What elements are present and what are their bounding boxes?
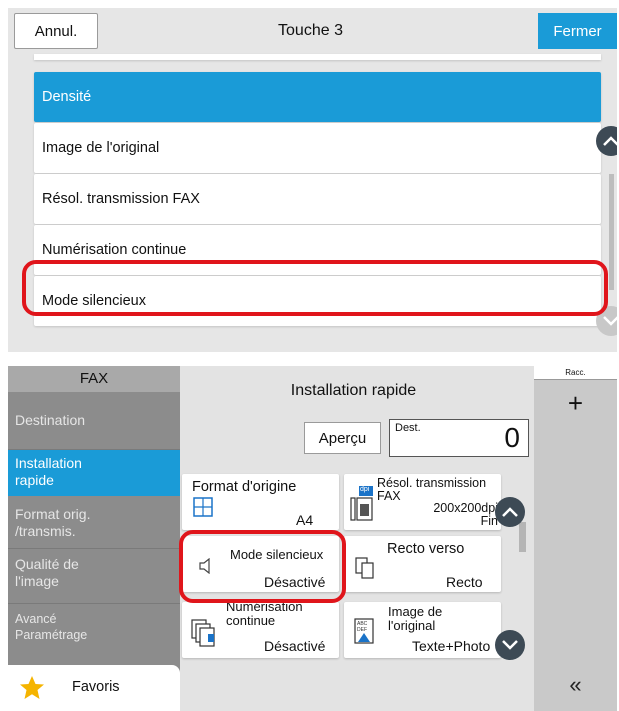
list-item-resolution-fax[interactable]: Résol. transmission FAX <box>34 174 601 224</box>
tile-value: A4 <box>296 512 314 528</box>
original-image-icon: ABC DEF <box>354 618 376 646</box>
nav-quick-setup[interactable]: Installation rapide <box>8 450 180 496</box>
list-item-partial[interactable] <box>34 54 601 60</box>
fax-resolution-icon: dpi <box>350 486 374 522</box>
tile-original-format[interactable]: Format d'origine A4 <box>182 474 339 530</box>
scroll-up-button[interactable] <box>495 497 525 527</box>
tile-continuous-scan[interactable]: Numérisation continue Désactivé <box>182 602 339 658</box>
abc-def-text: ABC DEF <box>357 621 368 633</box>
tile-title: Recto verso <box>387 541 465 557</box>
tile-title: Numérisation continue <box>226 602 303 628</box>
side-navigation: FAX Destination Installation rapide Form… <box>8 366 180 711</box>
scroll-up-button[interactable] <box>596 126 617 156</box>
star-icon <box>20 676 44 699</box>
page-title: Installation rapide <box>290 382 417 399</box>
tile-title: Résol. transmission FAX <box>377 476 487 503</box>
cancel-button[interactable]: Annul. <box>14 13 98 49</box>
tile-title: Image de l'original <box>388 604 443 633</box>
dialog-title: Touche 3 <box>278 22 343 39</box>
nav-advanced-settings[interactable]: Avancé Paramétrage <box>8 611 180 643</box>
tile-title: Format d'origine <box>192 479 297 495</box>
original-format-icon <box>193 497 213 517</box>
chevron-up-icon <box>596 126 617 156</box>
nav-destination[interactable]: Destination <box>8 412 180 429</box>
nav-divider <box>8 548 180 549</box>
duplex-icon <box>355 557 374 579</box>
nav-divider <box>8 603 180 604</box>
highlight-annotation <box>22 260 608 316</box>
nav-original-format[interactable]: Format orig. /transmis. <box>8 506 180 540</box>
chevron-up-icon <box>495 497 525 527</box>
scrollbar-track[interactable] <box>609 174 614 290</box>
continuous-scan-icon <box>191 619 215 647</box>
nav-quick-setup-label: Installation rapide <box>15 455 82 488</box>
favorites-button[interactable]: Favoris <box>8 665 180 711</box>
tile-original-image[interactable]: ABC DEF Image de l'original Texte+Photo <box>344 602 501 658</box>
nav-advanced-settings-label: Avancé Paramétrage <box>15 612 88 642</box>
shortcut-label: Racc. <box>534 366 617 380</box>
destination-counter[interactable]: Dest. 0 <box>389 419 529 457</box>
list-item-densite[interactable]: Densité <box>34 72 601 122</box>
tile-value: Désactivé <box>264 638 326 654</box>
chevron-down-icon <box>495 630 525 660</box>
tile-value: Recto <box>446 574 483 590</box>
tile-value: 200x200dpi Fin <box>433 501 498 528</box>
nav-original-format-label: Format orig. /transmis. <box>15 506 91 539</box>
scroll-down-button[interactable] <box>495 630 525 660</box>
dialog-header: Annul. Touche 3 Fermer <box>8 8 617 54</box>
nav-image-quality[interactable]: Qualité de l'image <box>8 556 180 590</box>
preview-button[interactable]: Aperçu <box>304 422 381 454</box>
add-shortcut-icon[interactable]: + <box>534 388 617 419</box>
collapse-icon[interactable]: « <box>534 672 617 698</box>
destination-count: 0 <box>504 422 520 453</box>
highlight-annotation <box>179 530 346 603</box>
favorites-label: Favoris <box>72 679 120 695</box>
shortcut-panel: Racc. + « <box>534 366 617 711</box>
list-item-image-original[interactable]: Image de l'original <box>34 123 601 173</box>
tile-fax-resolution[interactable]: dpi Résol. transmission FAX 200x200dpi F… <box>344 474 501 530</box>
close-button[interactable]: Fermer <box>538 13 617 49</box>
tile-duplex[interactable]: Recto verso Recto <box>344 536 501 592</box>
function-title: FAX <box>8 366 180 392</box>
tile-value: Texte+Photo <box>412 638 491 654</box>
nav-image-quality-label: Qualité de l'image <box>15 556 79 589</box>
dpi-badge: dpi <box>360 486 370 493</box>
destination-label: Dest. <box>395 422 421 434</box>
